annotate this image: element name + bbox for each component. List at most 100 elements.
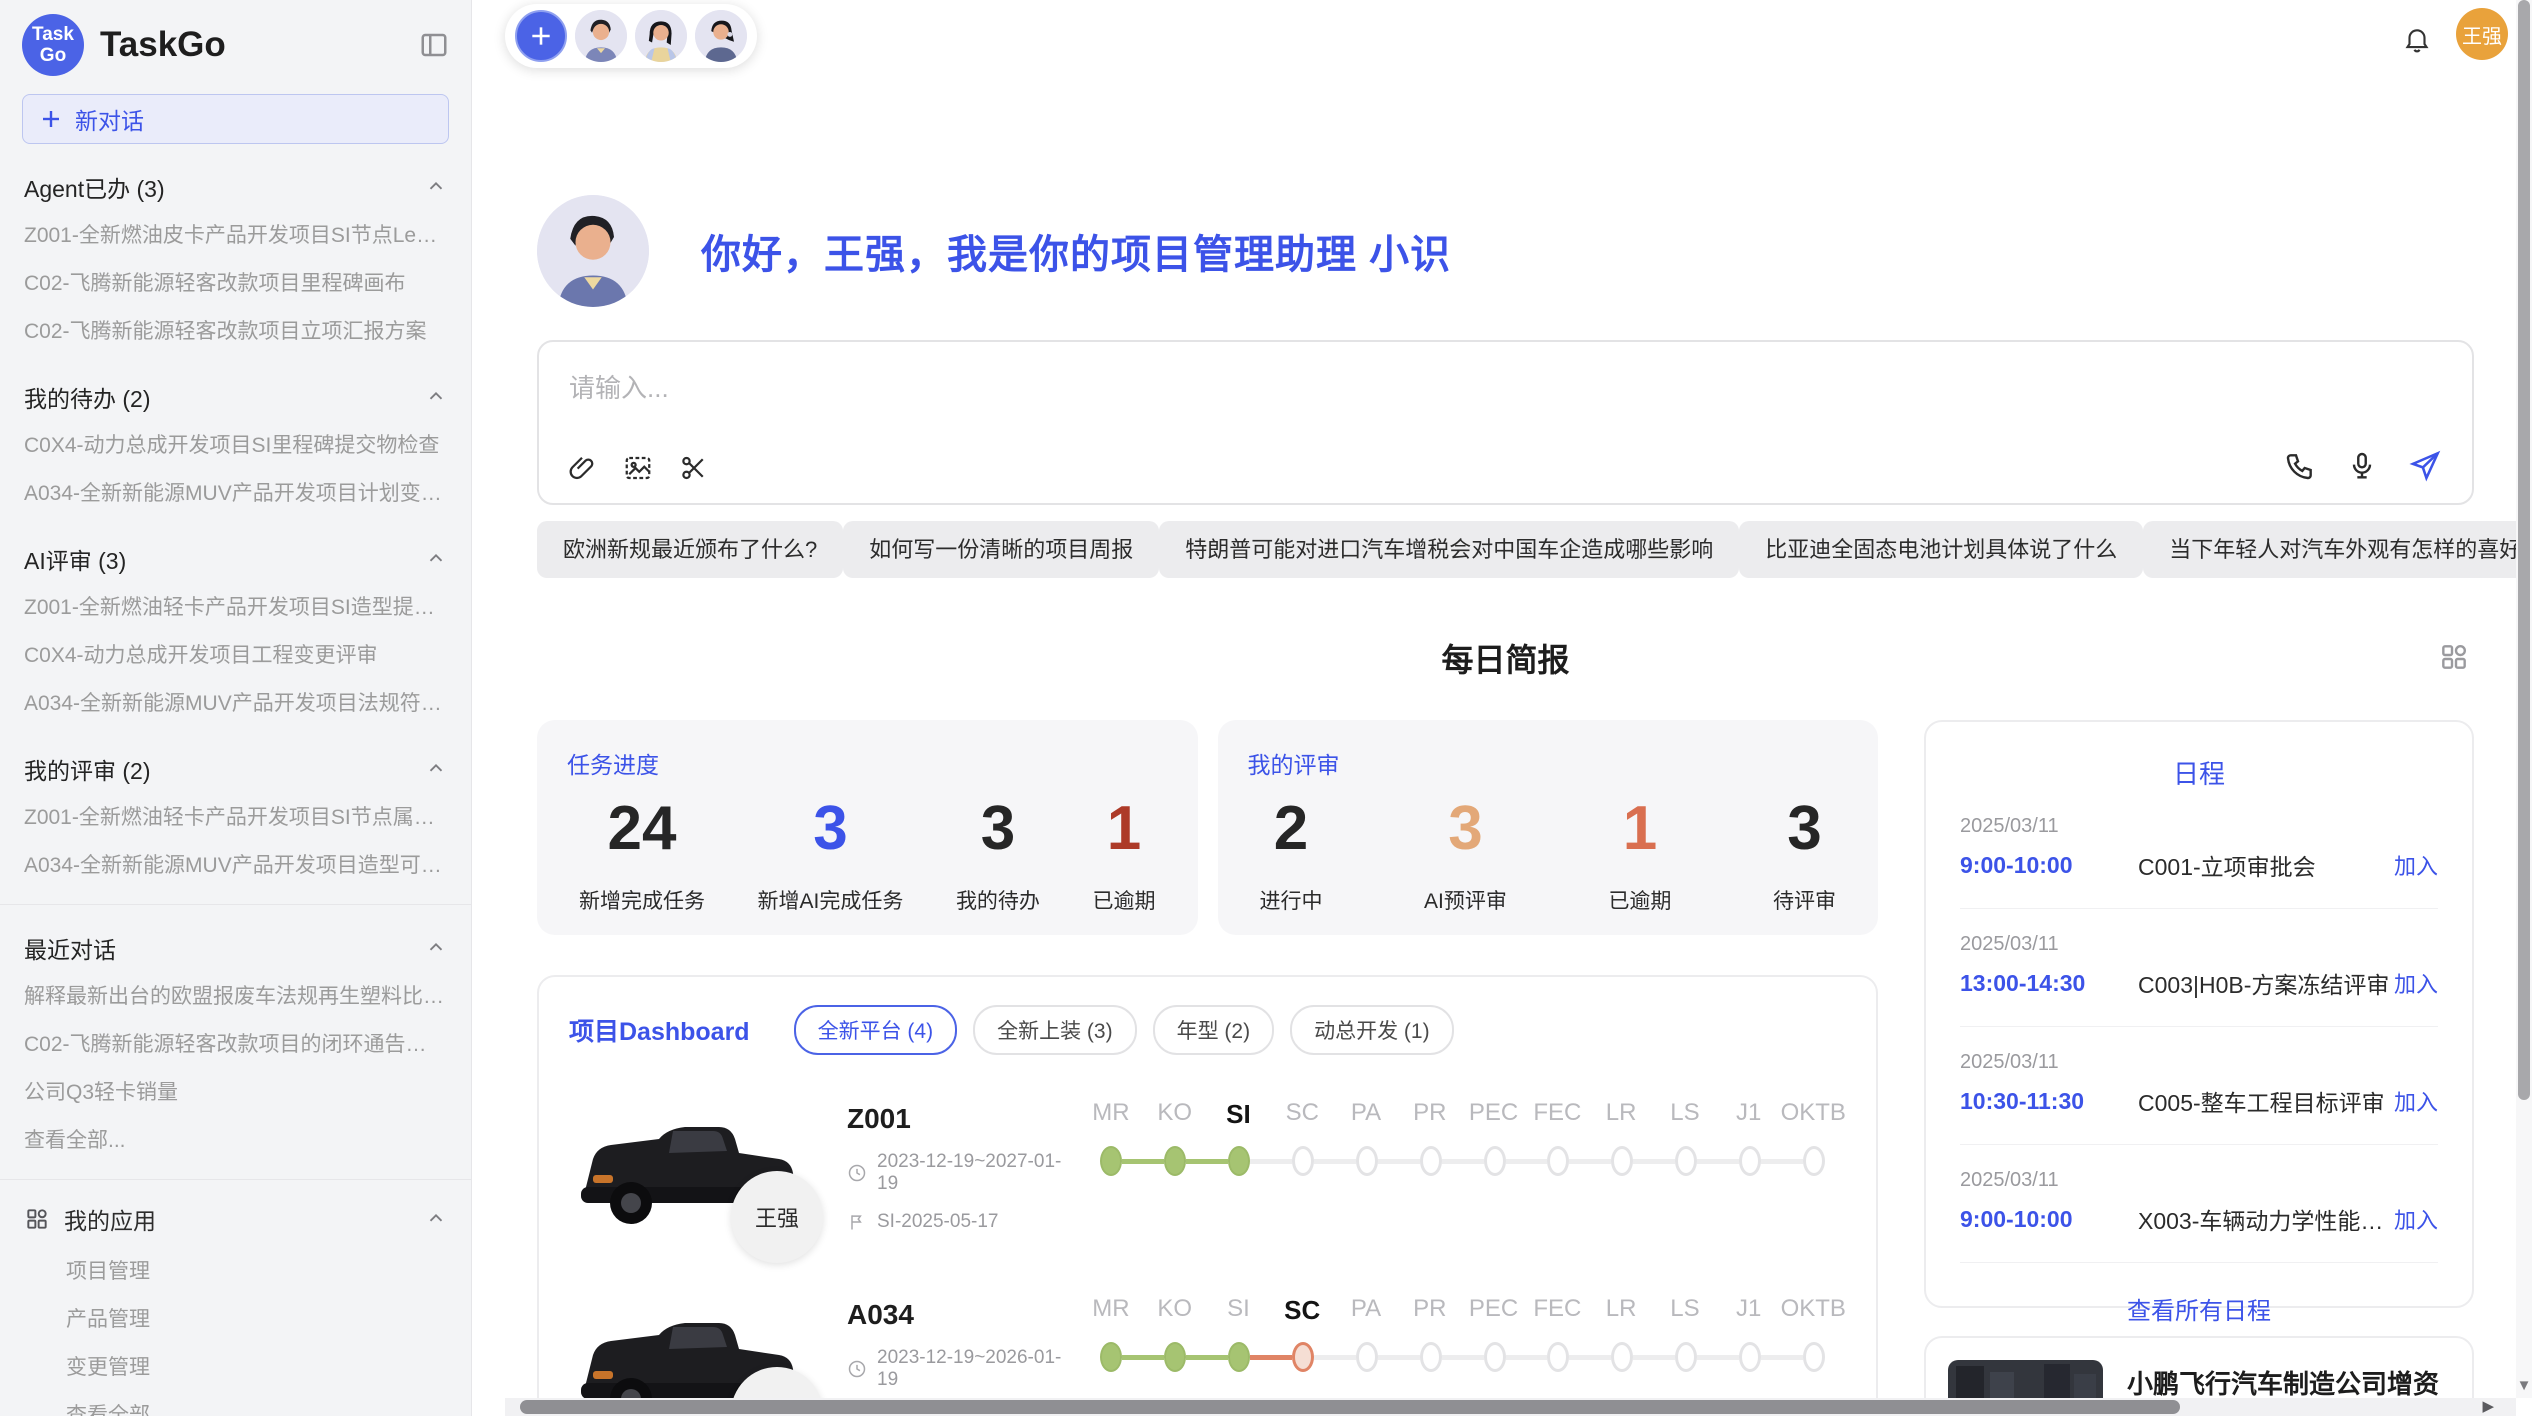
- notification-bell-icon[interactable]: [2402, 24, 2432, 54]
- join-link[interactable]: 加入: [2394, 1085, 2438, 1117]
- stats-row: 任务进度 24 新增完成任务 3 新增AI完成任务: [537, 720, 1878, 935]
- sidebar-item-my-apps[interactable]: 我的应用: [22, 1192, 449, 1246]
- project-milestone-tag: SI-2025-05-17: [877, 1211, 998, 1233]
- list-item[interactable]: 公司Q3轻卡销量: [22, 1067, 449, 1115]
- apps-view-all[interactable]: 查看全部...: [22, 1390, 449, 1416]
- new-chat-button[interactable]: 新对话: [22, 94, 449, 144]
- vertical-scrollbar-thumb[interactable]: [2518, 0, 2530, 1100]
- list-item[interactable]: C02-飞腾新能源轻客改款项目立项汇报方案: [22, 306, 449, 354]
- project-dates: 2023-12-19~2027-01-19: [877, 1151, 1079, 1195]
- microphone-icon[interactable]: [2346, 450, 2378, 482]
- scroll-right-arrow[interactable]: ▶: [2482, 1398, 2494, 1416]
- suggestion-chip[interactable]: 特朗普可能对进口汽车增税会对中国车企造成哪些影响: [1159, 521, 1739, 578]
- milestone-node-PA: [1335, 1146, 1399, 1176]
- event-time: 9:00-10:00: [1960, 852, 2138, 879]
- chat-input-card[interactable]: 请输入...: [537, 340, 2474, 505]
- scroll-down-arrow[interactable]: ▼: [2516, 1377, 2532, 1394]
- suggestion-chip[interactable]: 如何写一份清晰的项目周报: [843, 521, 1159, 578]
- milestone-node-PR: [1399, 1146, 1463, 1176]
- event-time: 13:00-14:30: [1960, 970, 2138, 997]
- event-title: C003|H0B-方案冻结评审: [2138, 966, 2394, 1000]
- section-ai-review[interactable]: AI评审 (3): [22, 536, 449, 582]
- join-link[interactable]: 加入: [2394, 1203, 2438, 1235]
- list-item[interactable]: C0X4-动力总成开发项目SI里程碑提交物检查: [22, 420, 449, 468]
- list-item[interactable]: C02-飞腾新能源轻客改款项目里程碑画布: [22, 258, 449, 306]
- user-avatar[interactable]: 王强: [2456, 8, 2508, 60]
- sidebar-item-product-mgmt[interactable]: 产品管理: [22, 1294, 449, 1342]
- milestone-label-MR: MR: [1079, 1295, 1143, 1326]
- list-item[interactable]: Z001-全新燃油轻卡产品开发项目SI造型提交物评审: [22, 582, 449, 630]
- app-title: TaskGo: [100, 25, 226, 65]
- list-item[interactable]: 解释最新出台的欧盟报废车法规再生塑料比例被调至15%...: [22, 971, 449, 1019]
- chevron-up-icon[interactable]: [425, 176, 447, 198]
- view-all-schedule-link[interactable]: 查看所有日程: [1960, 1291, 2438, 1326]
- milestone-node-MR: [1079, 1146, 1143, 1176]
- phone-icon[interactable]: [2284, 450, 2316, 482]
- sidebar-item-change-mgmt[interactable]: 变更管理: [22, 1342, 449, 1390]
- filter-new-body[interactable]: 全新上装 (3): [973, 1005, 1137, 1055]
- section-recent-chats[interactable]: 最近对话: [22, 925, 449, 971]
- chevron-up-icon[interactable]: [425, 548, 447, 570]
- main-content: 你好，王强，我是你的项目管理助理 小识 请输入...: [472, 0, 2516, 1416]
- list-item[interactable]: C02-飞腾新能源轻客改款项目的闭环通告反馈情况: [22, 1019, 449, 1067]
- daily-brief-header: 每日简报: [537, 635, 2474, 683]
- horizontal-scrollbar-thumb[interactable]: [520, 1400, 2180, 1414]
- join-link[interactable]: 加入: [2394, 849, 2438, 881]
- event-date: 2025/03/11: [1960, 815, 2438, 838]
- image-icon[interactable]: [623, 453, 653, 483]
- filter-year-model[interactable]: 年型 (2): [1153, 1005, 1275, 1055]
- recent-view-all[interactable]: 查看全部...: [22, 1115, 449, 1163]
- sidebar-item-project-mgmt[interactable]: 项目管理: [22, 1246, 449, 1294]
- filter-powertrain[interactable]: 动总开发 (1): [1290, 1005, 1454, 1055]
- stat-value: 1: [1608, 796, 1671, 861]
- suggestion-chip[interactable]: 欧洲新规最近颁布了什么?: [537, 521, 843, 578]
- apps-grid-icon: [24, 1206, 50, 1232]
- stat-my-todo: 3 我的待办: [956, 796, 1040, 915]
- project-name: Z001: [847, 1103, 1079, 1135]
- stat-review-overdue: 1 已逾期: [1608, 796, 1671, 915]
- scissors-icon[interactable]: [679, 453, 709, 483]
- divider: [0, 1179, 471, 1180]
- suggestion-chip[interactable]: 当下年轻人对汽车外观有怎样的喜好趋势: [2143, 521, 2532, 578]
- section-my-review[interactable]: 我的评审 (2): [22, 746, 449, 792]
- list-item[interactable]: Z001-全新燃油轻卡产品开发项目SI节点属性5D文件评审: [22, 792, 449, 840]
- section-agent-done[interactable]: Agent已办 (3): [22, 164, 449, 210]
- input-attachments: [567, 453, 709, 483]
- vertical-scrollbar[interactable]: ▼: [2516, 0, 2532, 1398]
- milestone-label-LR: LR: [1589, 1295, 1653, 1326]
- event-title: C001-立项审批会: [2138, 848, 2394, 882]
- avatar[interactable]: [635, 10, 687, 62]
- stat-in-progress: 2 进行中: [1260, 796, 1323, 915]
- chevron-up-icon[interactable]: [425, 386, 447, 408]
- sidebar-collapse-icon[interactable]: [419, 30, 449, 60]
- horizontal-scrollbar[interactable]: ▶: [505, 1398, 2516, 1416]
- event-date: 2025/03/11: [1960, 1169, 2438, 1192]
- schedule-event: 2025/03/11 9:00-10:00 X003-车辆动力学性能验... 加…: [1960, 1145, 2438, 1263]
- list-item[interactable]: C0X4-动力总成开发项目工程变更评审: [22, 630, 449, 678]
- layout-grid-icon[interactable]: [2438, 641, 2470, 673]
- avatar[interactable]: [575, 10, 627, 62]
- milestone-node-PA: [1335, 1342, 1399, 1372]
- section-my-todo[interactable]: 我的待办 (2): [22, 374, 449, 420]
- add-member-button[interactable]: [515, 10, 567, 62]
- milestone-label-FEC: FEC: [1525, 1295, 1589, 1326]
- milestone-label-FEC: FEC: [1525, 1099, 1589, 1130]
- avatar[interactable]: [695, 10, 747, 62]
- list-item[interactable]: Z001-全新燃油皮卡产品开发项目SI节点Lesson Learn报告: [22, 210, 449, 258]
- milestone-label-KO: KO: [1143, 1295, 1207, 1326]
- list-item[interactable]: A034-全新新能源MUV产品开发项目造型可行性评审: [22, 840, 449, 888]
- chevron-up-icon[interactable]: [425, 758, 447, 780]
- filter-new-platform[interactable]: 全新平台 (4): [794, 1005, 958, 1055]
- suggestion-chip[interactable]: 比亚迪全固态电池计划具体说了什么: [1739, 521, 2143, 578]
- project-row[interactable]: 王强 Z001 2023-12-19~2027-01-19: [569, 1097, 1846, 1237]
- send-icon[interactable]: [2408, 449, 2442, 483]
- paperclip-icon[interactable]: [567, 453, 597, 483]
- stat-value: 3: [956, 796, 1040, 861]
- milestone-node-LS: [1654, 1146, 1718, 1176]
- chevron-up-icon[interactable]: [425, 937, 447, 959]
- dashboard-title: 项目Dashboard: [569, 1012, 750, 1048]
- chevron-up-icon[interactable]: [425, 1208, 447, 1230]
- list-item[interactable]: A034-全新新能源MUV产品开发项目计划变更表编写: [22, 468, 449, 516]
- list-item[interactable]: A034-全新新能源MUV产品开发项目法规符合性评审: [22, 678, 449, 726]
- join-link[interactable]: 加入: [2394, 967, 2438, 999]
